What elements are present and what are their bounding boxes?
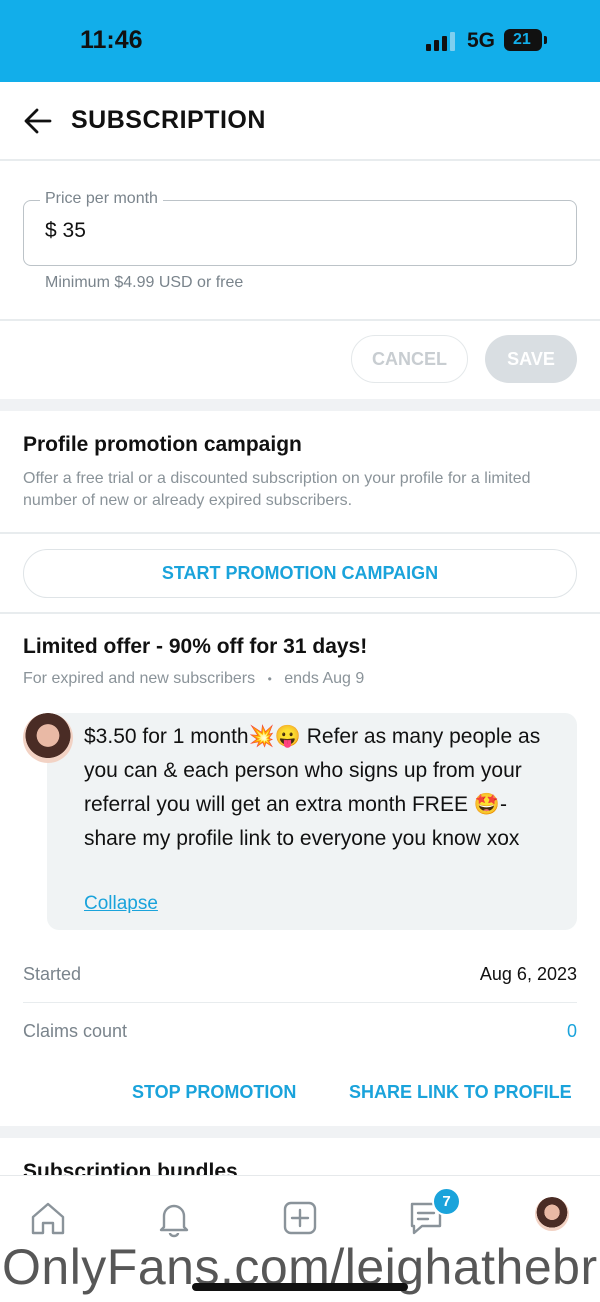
home-icon[interactable] <box>28 1198 68 1238</box>
section-gap <box>0 1126 600 1138</box>
profile-avatar[interactable] <box>535 1197 569 1231</box>
price-value[interactable]: $ 35 <box>45 219 86 243</box>
start-promotion-button[interactable]: START PROMOTION CAMPAIGN <box>23 549 577 598</box>
network-label: 5G <box>467 29 496 52</box>
home-indicator <box>192 1283 408 1291</box>
claims-label: Claims count <box>23 1021 128 1041</box>
battery-icon: 21 <box>504 29 547 51</box>
promotion-title: Profile promotion campaign <box>23 433 302 456</box>
price-hint: Minimum $4.99 USD or free <box>45 274 244 291</box>
offer-message: $3.50 for 1 month💥😛 Refer as many people… <box>84 725 541 850</box>
divider <box>0 612 600 614</box>
offer-title: Limited offer - 90% off for 31 days! <box>23 635 368 658</box>
battery-level: 21 <box>513 31 531 48</box>
section-gap <box>0 399 600 411</box>
bell-icon[interactable] <box>154 1198 194 1238</box>
page-title: SUBSCRIPTION <box>71 106 266 134</box>
save-button[interactable]: SAVE <box>485 335 577 383</box>
started-label: Started <box>23 964 82 984</box>
stop-promotion-button[interactable]: STOP PROMOTION <box>132 1082 296 1103</box>
avatar[interactable] <box>23 713 73 763</box>
divider <box>0 319 600 321</box>
started-value: Aug 6, 2023 <box>479 964 577 984</box>
cancel-button[interactable]: CANCEL <box>351 335 468 383</box>
add-post-icon[interactable] <box>280 1198 320 1238</box>
divider <box>0 532 600 534</box>
offer-ends: ends Aug 9 <box>284 670 365 687</box>
meta-separator: • <box>267 672 272 686</box>
offer-meta: For expired and new subscribers • ends A… <box>23 668 364 690</box>
share-link-button[interactable]: SHARE LINK TO PROFILE <box>349 1082 572 1103</box>
signal-icon <box>426 31 458 51</box>
back-arrow-icon[interactable] <box>24 108 52 134</box>
price-input[interactable] <box>23 200 577 266</box>
offer-audience: For expired and new subscribers <box>23 670 256 687</box>
messages-badge: 7 <box>432 1187 461 1216</box>
price-label: Price per month <box>40 190 163 208</box>
collapse-link[interactable]: Collapse <box>84 893 158 915</box>
page-header: SUBSCRIPTION <box>0 82 600 161</box>
status-bar: 11:46 5G 21 <box>0 0 600 82</box>
promotion-description: Offer a free trial or a discounted subsc… <box>23 470 531 509</box>
claims-value[interactable]: 0 <box>567 1021 577 1042</box>
divider <box>23 1002 577 1003</box>
clock: 11:46 <box>80 26 143 54</box>
